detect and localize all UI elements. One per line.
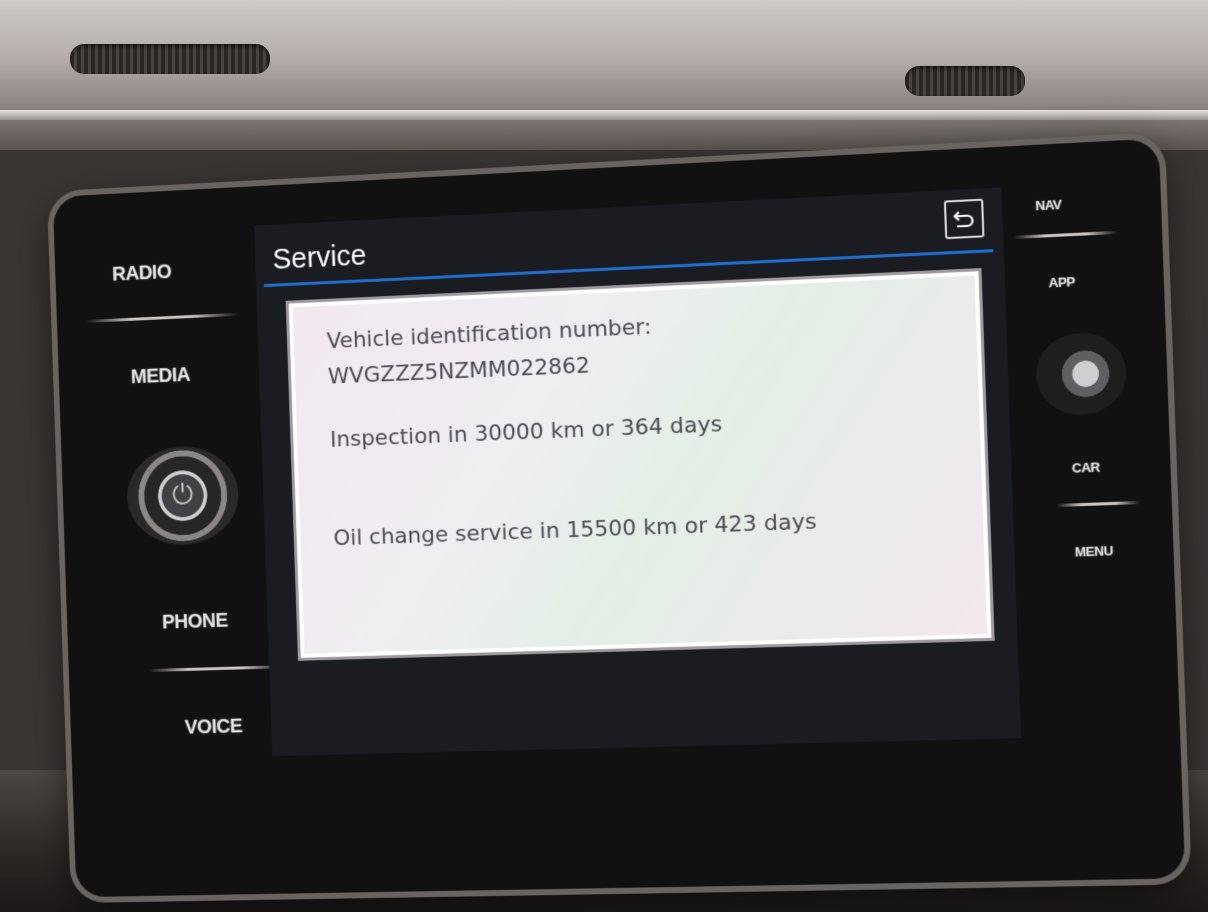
oil-change-due: Oil change service in 15500 km or 423 da…	[333, 509, 817, 552]
back-arrow-icon	[952, 208, 975, 229]
menu-button[interactable]: MENU	[1075, 543, 1114, 560]
button-separator	[85, 312, 238, 323]
service-info-panel: Vehicle identification number: WVGZZZ5NZ…	[285, 268, 995, 661]
button-separator	[1056, 500, 1141, 508]
vin-value: WVGZZZ5NZMM022862	[327, 353, 591, 390]
dashboard-top-trim	[0, 0, 1208, 150]
air-vent-left	[70, 44, 270, 74]
phone-button[interactable]: PHONE	[162, 610, 228, 635]
back-button[interactable]	[943, 198, 985, 240]
touchscreen: Service Vehicle identification number: W…	[254, 187, 1021, 757]
infotainment-head-unit: RADIO MEDIA ⏻ PHONE VOICE NAV APP CAR ME…	[52, 138, 1186, 898]
inspection-due: Inspection in 30000 km or 364 days	[329, 412, 723, 453]
air-vent-right	[905, 66, 1025, 96]
vin-label: Vehicle identification number:	[326, 314, 652, 355]
chrome-trim	[0, 110, 1208, 120]
radio-button[interactable]: RADIO	[112, 261, 172, 286]
button-separator	[1013, 230, 1118, 239]
drag-handle[interactable]	[616, 192, 705, 203]
tuning-knob[interactable]	[1034, 331, 1128, 417]
media-button[interactable]: MEDIA	[131, 364, 191, 389]
power-volume-knob[interactable]: ⏻	[125, 444, 240, 547]
nav-button[interactable]: NAV	[1035, 197, 1062, 214]
button-separator	[148, 665, 283, 673]
app-button[interactable]: APP	[1048, 274, 1075, 291]
car-button[interactable]: CAR	[1072, 459, 1100, 475]
power-icon: ⏻	[171, 477, 194, 511]
page-title: Service	[272, 239, 367, 276]
voice-button[interactable]: VOICE	[184, 716, 242, 740]
